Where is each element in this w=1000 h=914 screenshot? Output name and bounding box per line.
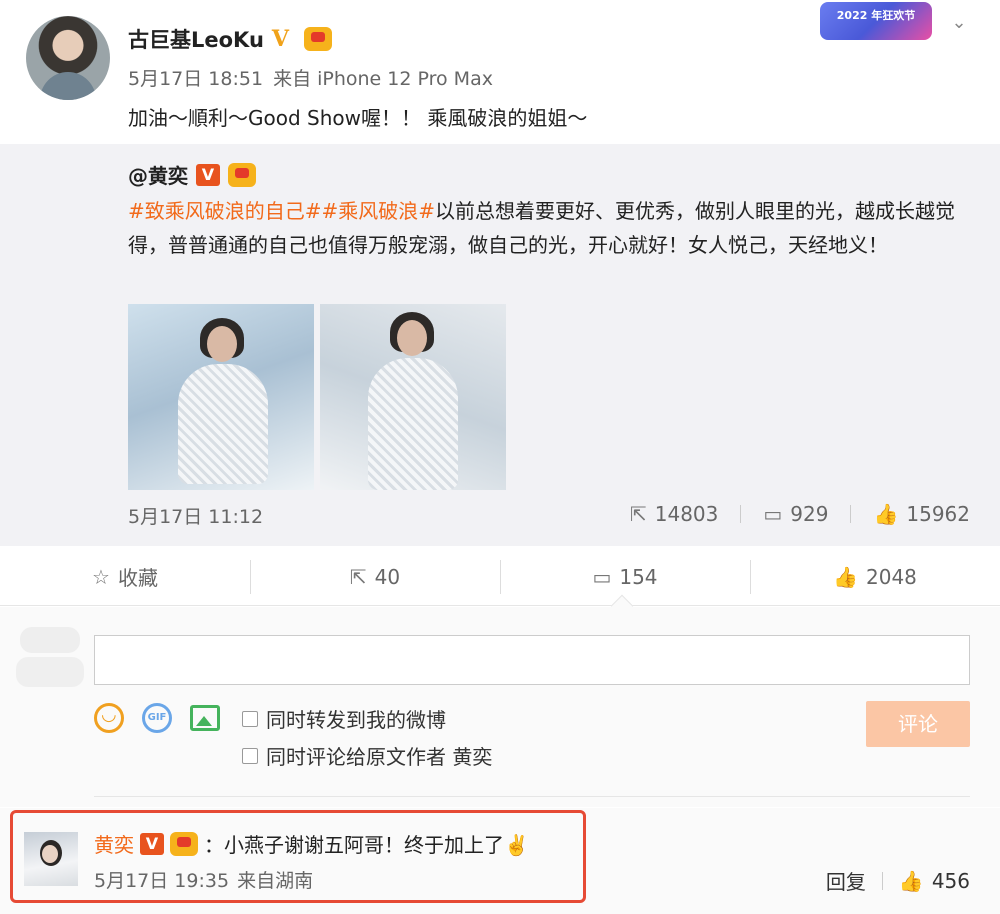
divider <box>881 871 883 890</box>
author-row: 古巨基LeoKu V <box>128 22 332 56</box>
post-text: 加油～順利～Good Show喔！！ 乘風破浪的姐姐～ <box>128 106 588 130</box>
repost-count: 14803 <box>654 502 719 526</box>
favorite-button[interactable]: ☆ 收藏 <box>0 548 250 605</box>
star-icon: ☆ <box>92 564 110 589</box>
comment-button[interactable]: ▭ 154 <box>500 548 750 605</box>
smile-icon[interactable] <box>94 703 124 733</box>
composer-tools: GIF <box>94 703 220 733</box>
like-count: 2048 <box>866 564 917 589</box>
my-avatar <box>16 627 84 689</box>
reposted-content: @黄奕 V #致乘风破浪的自己##乘风破浪#以前总想着要更好、更优秀，做别人眼里… <box>0 144 1000 546</box>
like-icon[interactable]: 👍 <box>899 869 924 893</box>
comment-count-button[interactable]: ▭ 929 <box>763 502 828 526</box>
comment-like-count: 456 <box>931 868 970 893</box>
divider <box>94 796 970 797</box>
post-source: 来自 iPhone 12 Pro Max <box>273 68 493 90</box>
avatar-blur-bottom <box>16 657 84 687</box>
favorite-label: 收藏 <box>117 566 158 590</box>
comment-composer: GIF 同时转发到我的微博 同时评论给原文作者 黄奕 评论 <box>0 607 1000 807</box>
comment-count: 154 <box>619 564 658 589</box>
comment-icon: ▭ <box>592 564 612 589</box>
like-icon: 👍 <box>873 502 899 526</box>
figure-head <box>207 326 237 362</box>
post-meta: 5月17日 18:51 来自 iPhone 12 Pro Max <box>128 64 493 91</box>
author-name[interactable]: 古巨基LeoKu <box>128 24 264 54</box>
event-badge[interactable]: 2022 年狂欢节 <box>820 2 932 40</box>
repost-icon: ⇱ <box>629 502 647 526</box>
comment-icon: ▭ <box>763 502 783 526</box>
figure-dress <box>178 364 268 484</box>
repost-option-label: 同时转发到我的微博 <box>266 708 446 732</box>
figure-dress <box>368 358 458 490</box>
image-icon[interactable] <box>190 705 220 731</box>
verified-v-icon: V <box>196 163 220 186</box>
repost-count-button[interactable]: ⇱ 14803 <box>630 502 718 526</box>
post-time[interactable]: 5月17日 18:51 <box>128 64 263 91</box>
repost-time[interactable]: 5月17日 11:12 <box>128 502 263 529</box>
comment-actions: 回复 👍 456 <box>826 866 970 895</box>
repost-author-name[interactable]: @黄奕 <box>128 160 188 189</box>
vip-crown-icon <box>303 27 332 51</box>
chevron-down-icon[interactable]: ⌄ <box>948 12 970 34</box>
divider <box>850 505 852 523</box>
repost-icon: ⇱ <box>349 564 367 589</box>
like-icon: 👍 <box>833 564 858 589</box>
gif-icon[interactable]: GIF <box>142 703 172 733</box>
hashtag-link[interactable]: #乘风破浪# <box>322 199 436 223</box>
comment-original-option[interactable]: 同时评论给原文作者 黄奕 <box>242 741 492 770</box>
repost-text: #致乘风破浪的自己##乘风破浪#以前总想着要更好、更优秀，做别人眼里的光，越成长… <box>128 194 973 262</box>
repost-button[interactable]: ⇱ 40 <box>250 548 500 605</box>
repost-option[interactable]: 同时转发到我的微博 <box>242 704 446 733</box>
figure-head <box>397 320 427 356</box>
like-count: 15962 <box>906 502 970 526</box>
highlight-annotation <box>10 810 586 903</box>
author-avatar[interactable] <box>26 16 110 100</box>
comment-original-label: 同时评论给原文作者 黄奕 <box>266 745 493 769</box>
repost-checkbox[interactable] <box>242 710 258 727</box>
like-button[interactable]: 👍 2048 <box>750 548 1000 605</box>
comment-input[interactable] <box>94 635 970 685</box>
photo-thumbnail[interactable] <box>128 304 314 490</box>
hashtag-link[interactable]: #致乘风破浪的自己# <box>128 199 322 223</box>
comment-count: 929 <box>790 502 829 526</box>
avatar-blur-top <box>20 627 80 653</box>
submit-comment-button[interactable]: 评论 <box>866 701 970 747</box>
like-count-button[interactable]: 👍 15962 <box>873 502 970 526</box>
repost-author-row: @黄奕 V <box>128 160 256 189</box>
verified-v-icon: V <box>271 26 289 52</box>
comment-original-checkbox[interactable] <box>242 747 258 764</box>
repost-stats: ⇱ 14803 ▭ 929 👍 15962 <box>630 502 970 526</box>
divider <box>740 505 742 523</box>
reply-button[interactable]: 回复 <box>826 866 866 895</box>
action-bar: ☆ 收藏 ⇱ 40 ▭ 154 👍 2048 <box>0 548 1000 606</box>
repost-count: 40 <box>374 564 401 589</box>
vip-crown-icon <box>228 162 256 187</box>
weibo-post: 古巨基LeoKu V 5月17日 18:51 来自 iPhone 12 Pro … <box>0 0 1000 140</box>
photo-thumbnail[interactable] <box>320 304 506 490</box>
